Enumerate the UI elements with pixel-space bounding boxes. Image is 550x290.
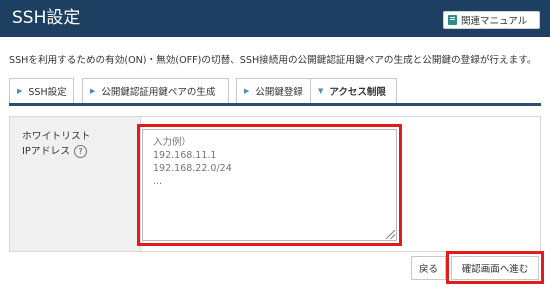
proceed-to-confirm-button[interactable]: 確認画面へ進む (451, 256, 539, 280)
tab-access-restriction[interactable]: ▼ アクセス制限 (310, 78, 397, 103)
whitelist-ip-textarea[interactable] (142, 129, 397, 241)
tab-keypair-generation[interactable]: ▶ 公開鍵認証用鍵ペアの生成 (82, 78, 229, 103)
tab-label: アクセス制限 (329, 87, 386, 98)
whitelist-label: ホワイトリスト IPアドレス? (22, 129, 91, 159)
triangle-right-icon: ▶ (244, 87, 250, 95)
tab-ssh-settings[interactable]: ▶ SSH設定 (9, 78, 74, 103)
tab-label: SSH設定 (28, 87, 67, 98)
tab-label: 公開鍵登録 (255, 87, 303, 98)
triangle-down-icon: ▼ (318, 87, 324, 95)
tab-underline (9, 103, 541, 106)
page-title: SSH設定 (12, 8, 81, 28)
whitelist-label-cell: ホワイトリスト IPアドレス? (10, 117, 141, 251)
related-manual-label: 関連マニュアル (461, 16, 528, 27)
page-header: SSH設定 関連マニュアル (0, 0, 550, 37)
whitelist-label-line2: IPアドレス (22, 146, 70, 157)
related-manual-button[interactable]: 関連マニュアル (443, 11, 540, 29)
triangle-right-icon: ▶ (17, 87, 23, 95)
tab-bar: ▶ SSH設定 ▶ 公開鍵認証用鍵ペアの生成 ▶ 公開鍵登録 ▼ アクセス制限 (9, 78, 545, 103)
page-description: SSHを利用するための有効(ON)・無効(OFF)の切替、SSH接続用の公開鍵認… (9, 55, 537, 66)
triangle-right-icon: ▶ (90, 87, 96, 95)
resize-handle-icon[interactable] (386, 230, 395, 239)
question-circle-icon[interactable]: ? (74, 144, 87, 158)
back-button[interactable]: 戻る (411, 256, 446, 280)
book-icon (448, 15, 457, 25)
tab-label: 公開鍵認証用鍵ペアの生成 (101, 87, 216, 98)
whitelist-label-line1: ホワイトリスト (22, 131, 91, 142)
tab-public-key-registration[interactable]: ▶ 公開鍵登録 (236, 78, 312, 103)
